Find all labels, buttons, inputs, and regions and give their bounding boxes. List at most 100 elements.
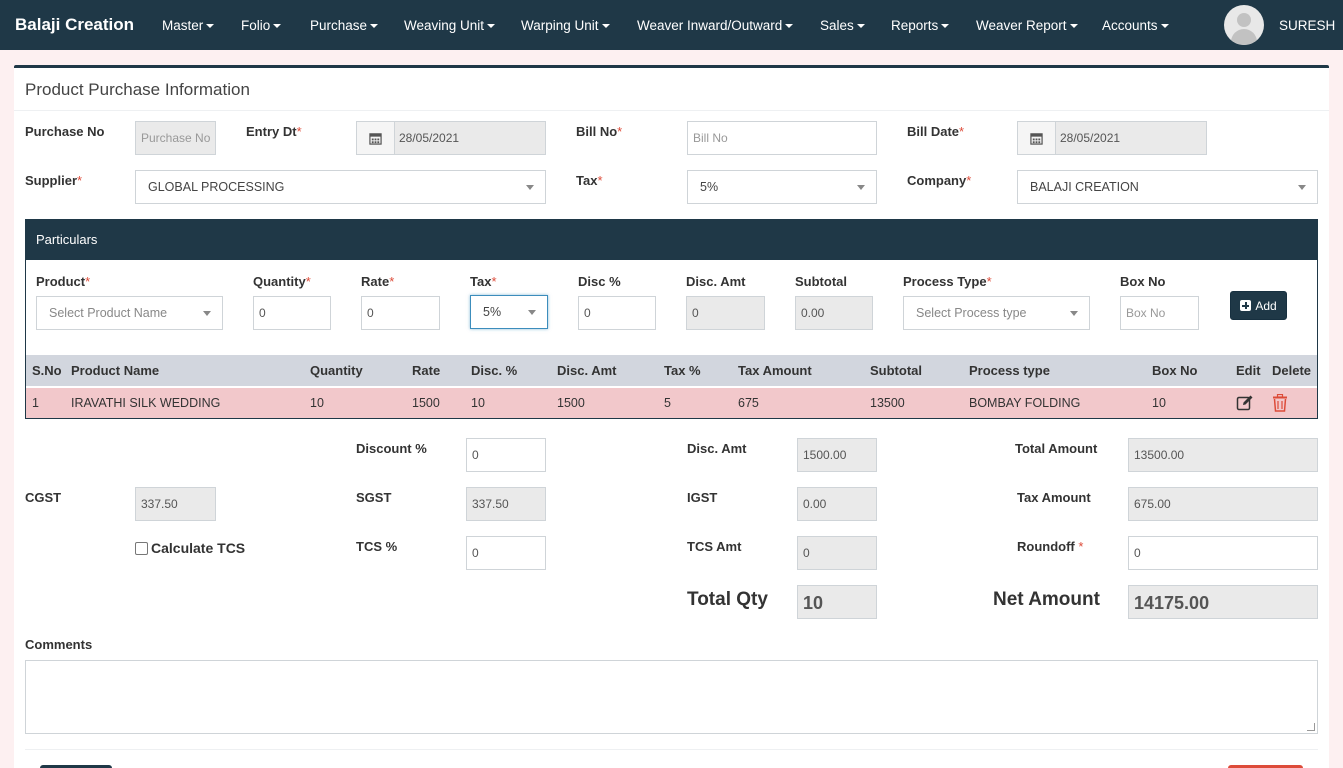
- process-type-select[interactable]: Select Process type: [903, 296, 1090, 330]
- rate-label: Rate*: [361, 274, 395, 289]
- col-disc-amt: Disc. Amt: [557, 363, 617, 378]
- entry-dt-field[interactable]: 28/05/2021: [356, 121, 546, 155]
- disc-pct-label: Disc %: [578, 274, 621, 289]
- net-amount-label: Net Amount: [993, 589, 1100, 610]
- cell-disc-amt: 1500: [557, 396, 585, 410]
- calendar-icon[interactable]: [1018, 122, 1056, 154]
- supplier-select[interactable]: GLOBAL PROCESSING: [135, 170, 546, 204]
- trash-icon[interactable]: [1272, 394, 1288, 412]
- cgst-label: CGST: [25, 490, 62, 505]
- discount-pct-input[interactable]: 0: [466, 438, 546, 472]
- nav-master[interactable]: Master: [162, 18, 215, 33]
- box-no-label: Box No: [1120, 274, 1166, 289]
- cell-quantity: 10: [310, 396, 324, 410]
- col-sno: S.No: [32, 363, 62, 378]
- roundoff-label: Roundoff *: [1017, 539, 1084, 554]
- plus-square-icon: [1240, 300, 1252, 311]
- cell-tax-amount: 675: [738, 396, 759, 410]
- top-navbar: Balaji Creation Master Folio Purchase We…: [0, 0, 1343, 50]
- nav-reports[interactable]: Reports: [891, 18, 950, 33]
- nav-purchase[interactable]: Purchase: [310, 18, 379, 33]
- tcs-pct-input[interactable]: 0: [466, 536, 546, 570]
- comments-textarea[interactable]: [25, 660, 1318, 734]
- roundoff-input[interactable]: 0: [1128, 536, 1318, 570]
- dropdown-arrow-icon: [203, 311, 211, 316]
- cgst-input[interactable]: 337.50: [135, 487, 216, 521]
- total-qty-label: Total Qty: [687, 589, 768, 610]
- igst-input[interactable]: 0.00: [797, 487, 877, 521]
- box-no-input[interactable]: Box No: [1120, 296, 1199, 330]
- purchase-no-input[interactable]: Purchase No: [135, 121, 216, 155]
- col-box-no: Box No: [1152, 363, 1198, 378]
- bill-date-value[interactable]: 28/05/2021: [1056, 122, 1206, 154]
- nav-weaver-inward-outward[interactable]: Weaver Inward/Outward: [637, 18, 794, 33]
- product-select[interactable]: Select Product Name: [36, 296, 223, 330]
- nav-folio[interactable]: Folio: [241, 18, 282, 33]
- particulars-box: Particulars Product* Select Product Name…: [25, 219, 1318, 419]
- sgst-input[interactable]: 337.50: [466, 487, 546, 521]
- cell-rate: 1500: [412, 396, 440, 410]
- caret-down-icon: [601, 24, 610, 29]
- tax-amount-input[interactable]: 675.00: [1128, 487, 1318, 521]
- user-name[interactable]: SURESH: [1279, 18, 1335, 33]
- divider: [14, 110, 1329, 111]
- cell-sno: 1: [32, 396, 39, 410]
- net-amount-input[interactable]: 14175.00: [1128, 585, 1318, 619]
- nav-weaving-unit[interactable]: Weaving Unit: [404, 18, 496, 33]
- disc-amt-input[interactable]: 0: [686, 296, 765, 330]
- supplier-label: Supplier*: [25, 173, 83, 188]
- rate-input[interactable]: 0: [361, 296, 440, 330]
- user-avatar-icon[interactable]: [1224, 5, 1264, 45]
- brand-logo[interactable]: Balaji Creation: [15, 15, 134, 35]
- item-tax-label: Tax*: [470, 274, 497, 289]
- cell-product-name: IRAVATHI SILK WEDDING: [71, 396, 221, 410]
- bill-no-input[interactable]: Bill No: [687, 121, 877, 155]
- nav-accounts[interactable]: Accounts: [1102, 18, 1169, 33]
- disc-pct-input[interactable]: 0: [578, 296, 656, 330]
- comments-label: Comments: [25, 637, 93, 652]
- total-qty-input[interactable]: 10: [797, 585, 877, 619]
- col-product-name: Product Name: [71, 363, 160, 378]
- dropdown-arrow-icon: [1298, 185, 1306, 190]
- nav-weaver-report[interactable]: Weaver Report: [976, 18, 1078, 33]
- item-tax-select[interactable]: 5%: [470, 295, 548, 329]
- igst-label: IGST: [687, 490, 718, 505]
- dropdown-arrow-icon: [528, 310, 536, 315]
- caret-down-icon: [273, 24, 282, 29]
- subtotal-input[interactable]: 0.00: [795, 296, 873, 330]
- dropdown-arrow-icon: [857, 185, 865, 190]
- cell-disc-pct: 10: [471, 396, 485, 410]
- tax-amount-label: Tax Amount: [1017, 490, 1091, 505]
- caret-down-icon: [1160, 24, 1169, 29]
- quantity-input[interactable]: 0: [253, 296, 331, 330]
- subtotal-label: Subtotal: [795, 274, 847, 289]
- product-label: Product*: [36, 274, 91, 289]
- entry-dt-value[interactable]: 28/05/2021: [395, 122, 545, 154]
- caret-down-icon: [785, 24, 794, 29]
- add-button[interactable]: Add: [1230, 291, 1287, 320]
- entry-dt-label: Entry Dt*: [246, 124, 302, 139]
- checkbox-box[interactable]: [135, 541, 148, 555]
- tax-select[interactable]: 5%: [687, 170, 877, 204]
- summary-disc-amt-input[interactable]: 1500.00: [797, 438, 877, 472]
- caret-down-icon: [206, 24, 215, 29]
- calendar-icon[interactable]: [357, 122, 395, 154]
- resize-handle-icon[interactable]: [1307, 723, 1315, 731]
- col-edit: Edit: [1236, 363, 1261, 378]
- bill-date-field[interactable]: 28/05/2021: [1017, 121, 1207, 155]
- bill-date-label: Bill Date*: [907, 124, 965, 139]
- calculate-tcs-checkbox[interactable]: Calculate TCS: [135, 540, 245, 556]
- col-disc-pct: Disc. %: [471, 363, 518, 378]
- nav-sales[interactable]: Sales: [820, 18, 865, 33]
- tcs-amt-input[interactable]: 0: [797, 536, 877, 570]
- dropdown-arrow-icon: [1070, 311, 1078, 316]
- nav-warping-unit[interactable]: Warping Unit: [521, 18, 610, 33]
- company-select[interactable]: BALAJI CREATION: [1017, 170, 1318, 204]
- cell-subtotal: 13500: [870, 396, 905, 410]
- tax-label: Tax*: [576, 173, 603, 188]
- total-amount-input[interactable]: 13500.00: [1128, 438, 1318, 472]
- disc-amt-label: Disc. Amt: [686, 274, 746, 289]
- edit-icon[interactable]: [1236, 394, 1254, 412]
- col-quantity: Quantity: [310, 363, 363, 378]
- purchase-panel: Product Purchase Information Purchase No…: [14, 65, 1329, 768]
